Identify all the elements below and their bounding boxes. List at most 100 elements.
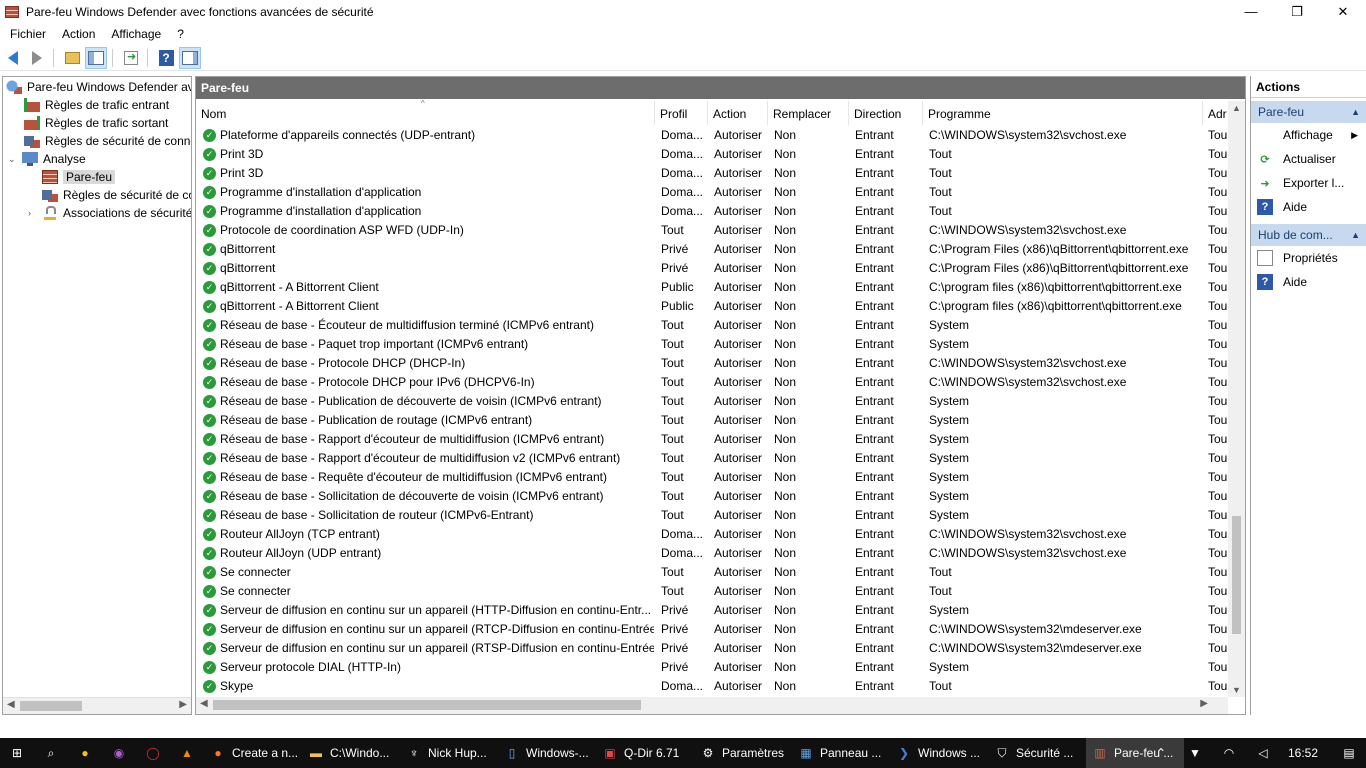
table-row[interactable]: ✓ Serveur de diffusion en continu sur un … (196, 639, 1228, 658)
table-row[interactable]: ✓ Plateforme d'appareils connectés (UDP-e… (196, 126, 1228, 145)
maximize-button[interactable]: ❐ (1274, 0, 1320, 23)
wifi-icon[interactable]: ◠ (1221, 745, 1237, 761)
action-aide-hub[interactable]: ? Aide (1251, 270, 1366, 294)
menu-fichier[interactable]: Fichier (4, 27, 52, 41)
table-row[interactable]: ✓ Print 3D Doma... Autoriser Non Entrant Tout T… (196, 164, 1228, 183)
column-header-adresse[interactable]: Adr (1203, 101, 1228, 125)
chevron-down-icon[interactable]: ⌄ (8, 154, 18, 165)
table-row[interactable]: ✓ Réseau de base - Protocole DHCP (DHCP-I… (196, 354, 1228, 373)
actions-section-hub[interactable]: Hub de com... ▲ (1251, 224, 1366, 246)
notifications-icon[interactable]: ▤ (1341, 745, 1357, 761)
tree-root[interactable]: Pare-feu Windows Defender av (6, 78, 191, 96)
media-player-button[interactable]: ◉ (102, 738, 136, 768)
table-row[interactable]: ✓ Réseau de base - Rapport d'écouteur de … (196, 449, 1228, 468)
taskbar-app[interactable]: ▦ Panneau ... (792, 738, 890, 768)
taskbar-app[interactable]: ▯ Windows-... (498, 738, 596, 768)
table-row[interactable]: ✓ Réseau de base - Paquet trop important … (196, 335, 1228, 354)
column-header-programme[interactable]: Programme (923, 101, 1203, 125)
taskbar-app[interactable]: ❯ Windows ... (890, 738, 988, 768)
scroll-right-icon[interactable]: ▶ (179, 699, 187, 710)
column-header-remplacer[interactable]: Remplacer (768, 101, 849, 125)
table-row[interactable]: ✓ qBittorrent - A Bittorrent Client Public… (196, 297, 1228, 316)
back-button[interactable] (2, 47, 24, 69)
table-row[interactable]: ✓ Réseau de base - Sollicitation de route… (196, 506, 1228, 525)
table-row[interactable]: ✓ Se connecter Tout Autoriser Non Entrant Tout… (196, 582, 1228, 601)
minimize-button[interactable]: — (1228, 0, 1274, 23)
table-row[interactable]: ✓ Réseau de base - Publication de routage… (196, 411, 1228, 430)
clock[interactable]: 16:52 (1288, 746, 1318, 760)
tree-item-connection-security[interactable]: Règles de sécurité de conne (24, 132, 191, 150)
scroll-thumb[interactable] (1232, 516, 1241, 634)
action-proprietes[interactable]: Propriétés (1251, 246, 1366, 270)
scroll-down-icon[interactable]: ▼ (1232, 685, 1241, 695)
taskbar-app[interactable]: ● Create a n... (204, 738, 302, 768)
search-button[interactable]: ⌕ (34, 738, 68, 768)
tree-item-monitoring[interactable]: ⌄ Analyse (8, 150, 86, 168)
tree-item-security-associations[interactable]: › Associations de sécurité (28, 204, 191, 222)
taskbar-app[interactable]: ♆ Nick Hup... (400, 738, 498, 768)
export-list-button[interactable] (120, 47, 142, 69)
table-row[interactable]: ✓ Protocole de coordination ASP WFD (UDP-… (196, 221, 1228, 240)
action-affichage[interactable]: Affichage ▶ (1251, 123, 1366, 147)
tree-item-firewall[interactable]: Pare-feu (42, 168, 116, 186)
column-header-action[interactable]: Action (708, 101, 768, 125)
menu-action[interactable]: Action (56, 27, 101, 41)
vlc-button[interactable]: ▲ (170, 738, 204, 768)
action-exporter[interactable]: ➜ Exporter l... (1251, 171, 1366, 195)
volume-icon[interactable]: ◁ (1255, 745, 1271, 761)
taskbar-app[interactable]: ⚙ Paramètres (694, 738, 792, 768)
forward-button[interactable] (26, 47, 48, 69)
table-row[interactable]: ✓ Programme d'installation d'application D… (196, 202, 1228, 221)
chrome-button[interactable]: ● (68, 738, 102, 768)
table-row[interactable]: ✓ Réseau de base - Requête d'écouteur de … (196, 468, 1228, 487)
table-row[interactable]: ✓ Skype Doma... Autoriser Non Entrant Tout Tou (196, 677, 1228, 696)
column-header-nom[interactable]: Nom (196, 101, 655, 125)
tree-horizontal-scrollbar[interactable]: ◀ ▶ (3, 697, 191, 714)
actions-section-firewall[interactable]: Pare-feu ▲ (1251, 101, 1366, 123)
table-row[interactable]: ✓ qBittorrent - A Bittorrent Client Public… (196, 278, 1228, 297)
action-aide[interactable]: ? Aide (1251, 195, 1366, 219)
table-row[interactable]: ✓ Réseau de base - Rapport d'écouteur de … (196, 430, 1228, 449)
help-button[interactable]: ? (155, 47, 177, 69)
scroll-up-icon[interactable]: ▲ (1232, 103, 1241, 113)
close-button[interactable]: ✕ (1320, 0, 1366, 23)
horizontal-scrollbar[interactable]: ◀ ▶ (196, 697, 1228, 714)
scroll-left-icon[interactable]: ◀ (7, 699, 15, 710)
tree-item-inbound-rules[interactable]: Règles de trafic entrant (24, 96, 169, 114)
table-row[interactable]: ✓ Réseau de base - Publication de découve… (196, 392, 1228, 411)
table-row[interactable]: ✓ Serveur de diffusion en continu sur un … (196, 620, 1228, 639)
scroll-left-icon[interactable]: ◀ (200, 698, 208, 709)
collapse-icon[interactable]: ▲ (1351, 101, 1360, 123)
chevron-up-icon[interactable]: ⌃ (1153, 745, 1169, 761)
up-folder-button[interactable] (61, 47, 83, 69)
table-row[interactable]: ✓ Programme d'installation d'application D… (196, 183, 1228, 202)
table-row[interactable]: ✓ Routeur AllJoyn (UDP entrant) Doma... Aut… (196, 544, 1228, 563)
vertical-scrollbar[interactable]: ▲ ▼ (1228, 101, 1245, 697)
column-header-profil[interactable]: Profil (655, 101, 708, 125)
column-header-direction[interactable]: Direction (849, 101, 923, 125)
show-hide-action-pane-button[interactable] (179, 46, 201, 69)
table-row[interactable]: ✓ Print 3D Doma... Autoriser Non Entrant Tout T… (196, 145, 1228, 164)
start-button[interactable]: ⊞ (0, 738, 34, 768)
taskbar-app[interactable]: ⛉ Sécurité ... (988, 738, 1086, 768)
table-row[interactable]: ✓ Se connecter Tout Autoriser Non Entrant Tout… (196, 563, 1228, 582)
table-row[interactable]: ✓ qBittorrent Privé Autoriser Non Entrant C:\P… (196, 259, 1228, 278)
table-row[interactable]: ✓ Routeur AllJoyn (TCP entrant) Doma... Aut… (196, 525, 1228, 544)
scroll-thumb[interactable] (20, 701, 82, 711)
table-row[interactable]: ✓ Réseau de base - Écouteur de multidiffu… (196, 316, 1228, 335)
table-row[interactable]: ✓ Réseau de base - Sollicitation de décou… (196, 487, 1228, 506)
tree-item-outbound-rules[interactable]: Règles de trafic sortant (24, 114, 168, 132)
table-row[interactable]: ✓ Serveur protocole DIAL (HTTP-In) Privé Au… (196, 658, 1228, 677)
scroll-right-icon[interactable]: ▶ (1200, 698, 1208, 709)
table-row[interactable]: ✓ Réseau de base - Protocole DHCP pour IP… (196, 373, 1228, 392)
menu-help[interactable]: ? (171, 27, 190, 41)
taskbar-app[interactable]: ▣ Q-Dir 6.71 (596, 738, 694, 768)
taskbar-app[interactable]: ▬ C:\Windo... (302, 738, 400, 768)
chevron-right-icon[interactable]: › (28, 208, 38, 218)
scroll-thumb[interactable] (213, 700, 641, 710)
table-row[interactable]: ✓ Serveur de diffusion en continu sur un … (196, 601, 1228, 620)
table-row[interactable]: ✓ qBittorrent Privé Autoriser Non Entrant C:\P… (196, 240, 1228, 259)
collapse-icon[interactable]: ▲ (1351, 224, 1360, 246)
tray-app-icon[interactable]: ▼ (1187, 745, 1203, 761)
opera-button[interactable]: ◯ (136, 738, 170, 768)
